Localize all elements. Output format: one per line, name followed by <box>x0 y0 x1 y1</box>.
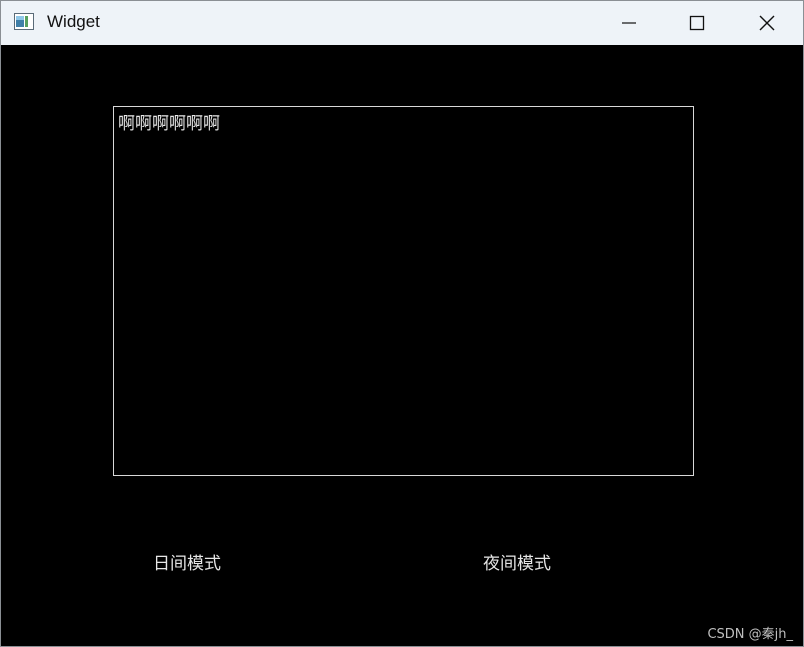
minimize-button[interactable] <box>595 1 663 45</box>
app-window: Widget 啊啊啊啊啊啊 日间模式 夜间模式 CSDN @秦jh_ <box>0 0 804 647</box>
app-icon <box>14 13 34 30</box>
text-editor[interactable]: 啊啊啊啊啊啊 <box>113 106 694 476</box>
title-bar[interactable]: Widget <box>1 1 803 45</box>
close-button[interactable] <box>733 1 801 45</box>
day-mode-button[interactable]: 日间模式 <box>153 549 221 574</box>
editor-text: 啊啊啊啊啊啊 <box>118 114 220 134</box>
client-area: 啊啊啊啊啊啊 日间模式 夜间模式 CSDN @秦jh_ <box>1 45 803 646</box>
close-icon <box>759 15 775 31</box>
window-title: Widget <box>47 12 100 31</box>
watermark: CSDN @秦jh_ <box>707 627 793 642</box>
maximize-button[interactable] <box>663 1 731 45</box>
night-mode-button[interactable]: 夜间模式 <box>483 549 551 574</box>
maximize-icon <box>689 15 705 31</box>
minimize-icon <box>622 22 636 24</box>
